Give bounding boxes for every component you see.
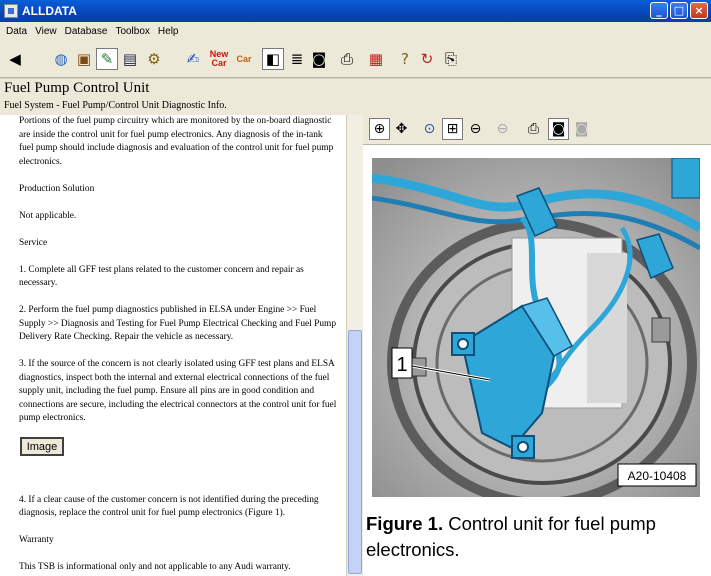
page-header: Fuel Pump Control Unit Fuel System - Fue… bbox=[0, 79, 711, 115]
back-arrow-icon[interactable]: ◀ bbox=[4, 48, 26, 70]
figure-caption: Figure 1. Control unit for fuel pump ele… bbox=[366, 511, 706, 563]
document-icon[interactable]: ≣ bbox=[286, 48, 308, 70]
minimize-button[interactable]: _ bbox=[650, 2, 668, 19]
search-icon[interactable]: ✍ bbox=[182, 48, 204, 70]
menu-data[interactable]: Data bbox=[2, 26, 31, 37]
page-title: Fuel Pump Control Unit bbox=[4, 80, 150, 96]
document-text: Portions of the fuel pump circuitry whic… bbox=[19, 115, 337, 575]
help-icon[interactable]: ? bbox=[394, 48, 416, 70]
window-title: ALLDATA bbox=[22, 4, 77, 18]
production-heading: Production Solution bbox=[19, 183, 95, 194]
menu-view[interactable]: View bbox=[31, 26, 61, 37]
scrollbar-thumb[interactable] bbox=[348, 330, 362, 574]
refresh-icon[interactable]: ↻ bbox=[416, 48, 438, 70]
image-button[interactable]: Image bbox=[20, 437, 64, 456]
zoom-box-icon[interactable]: ⊞ bbox=[442, 118, 463, 140]
menu-toolbox[interactable]: Toolbox bbox=[111, 26, 153, 37]
window-controls: _ □ × bbox=[650, 2, 708, 19]
print-icon[interactable]: ⎙ bbox=[523, 118, 544, 140]
breadcrumb: Fuel System - Fuel Pump/Control Unit Dia… bbox=[4, 100, 227, 111]
document-scrollbar[interactable] bbox=[346, 115, 363, 576]
globe-icon[interactable]: ◍ bbox=[50, 48, 72, 70]
document-pane: Portions of the fuel pump circuitry whic… bbox=[0, 115, 346, 576]
tsb-icon[interactable]: ▤ bbox=[119, 48, 141, 70]
camera-disabled-icon: ◙ bbox=[574, 121, 589, 137]
camera-icon[interactable]: ◙ bbox=[548, 118, 569, 140]
viewer-toolbar: ⊕ ✥ ⊙ ⊞ ⊖ ⊖ ⎙ ◙ ◙ bbox=[363, 115, 711, 145]
print-icon[interactable]: ⎙ bbox=[336, 48, 358, 70]
production-text: Not applicable. bbox=[19, 210, 77, 221]
figure-code: A20-10408 bbox=[628, 469, 687, 483]
intro-paragraph: Portions of the fuel pump circuitry whic… bbox=[19, 116, 334, 167]
fuel-pump-illustration: 1 A20-10408 bbox=[372, 158, 700, 497]
service-heading: Service bbox=[19, 237, 48, 248]
camera-icon[interactable]: ◙ bbox=[308, 48, 330, 70]
warranty-text: This TSB is informational only and not a… bbox=[19, 562, 291, 572]
zoom-100-icon[interactable]: ⊙ bbox=[419, 118, 440, 140]
new-car-icon[interactable]: New Car bbox=[208, 48, 230, 70]
service-step-3: 3. If the source of the concern is not c… bbox=[19, 359, 337, 423]
figure-caption-label: Figure 1. bbox=[366, 513, 444, 534]
warranty-heading: Warranty bbox=[19, 535, 54, 545]
service-step-1: 1. Complete all GFF test plans related t… bbox=[19, 264, 304, 289]
callout-number: 1 bbox=[396, 354, 407, 376]
service-step-4: 4. If a clear cause of the customer conc… bbox=[19, 494, 319, 519]
note-icon[interactable]: ▦ bbox=[365, 48, 387, 70]
menu-database[interactable]: Database bbox=[61, 26, 112, 37]
used-car-icon[interactable]: Car bbox=[233, 48, 255, 70]
app-icon bbox=[4, 4, 18, 18]
briefcase-icon[interactable]: ▣ bbox=[73, 48, 95, 70]
figure-image: 1 A20-10408 bbox=[372, 158, 700, 497]
zoom-out-icon[interactable]: ⊖ bbox=[465, 118, 486, 140]
image-viewer: ⊕ ✥ ⊙ ⊞ ⊖ ⊖ ⎙ ◙ ◙ 1 A20-10408 Figure 1. … bbox=[363, 115, 711, 576]
pan-icon[interactable]: ✥ bbox=[391, 118, 412, 140]
tools-icon[interactable]: ⚙ bbox=[143, 48, 165, 70]
maximize-button[interactable]: □ bbox=[670, 2, 688, 19]
zoom-in-icon[interactable]: ⊕ bbox=[369, 118, 390, 140]
split-view-icon[interactable]: ◧ bbox=[262, 48, 284, 70]
zoom-disabled-icon: ⊖ bbox=[496, 121, 509, 137]
vehicle-select-icon[interactable]: ✎ bbox=[96, 48, 118, 70]
service-step-2: 2. Perform the fuel pump diagnostics pub… bbox=[19, 305, 337, 342]
menu-help[interactable]: Help bbox=[154, 26, 183, 37]
main-toolbar: ◀ ◍ ▣ ✎ ▤ ⚙ ✍ New Car Car ◧ ≣ ◙ ⎙ ▦ ? ↻ … bbox=[0, 40, 711, 78]
close-button[interactable]: × bbox=[690, 2, 708, 19]
title-bar: ALLDATA _ □ × bbox=[0, 0, 711, 22]
menu-bar: Data View Database Toolbox Help bbox=[0, 22, 711, 40]
printer-setup-icon[interactable]: ⎘ bbox=[440, 48, 462, 70]
